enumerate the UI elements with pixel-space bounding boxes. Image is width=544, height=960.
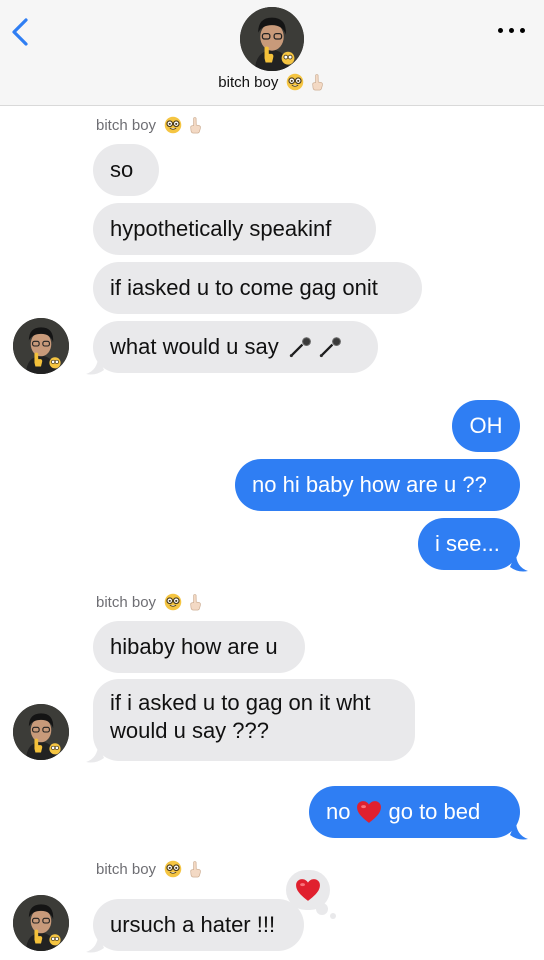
message-bubble-incoming[interactable]: so (93, 144, 159, 196)
contact-name-row[interactable]: bitch boy (0, 74, 544, 91)
nerd-face-emoji (164, 116, 182, 134)
message-bubble-outgoing[interactable]: no go to bed (309, 786, 520, 838)
sender-photo (13, 318, 69, 374)
more-dot (498, 28, 503, 33)
message-bubble-incoming[interactable]: ursuch a hater !!! (93, 899, 304, 951)
microphone-emoji (317, 334, 343, 360)
sender-label: bitch boy (96, 117, 204, 134)
message-text: if iasked u to come gag onit (110, 275, 378, 300)
message-bubble-incoming[interactable]: hypothetically speakinf (93, 203, 376, 255)
contact-avatar[interactable] (240, 7, 304, 71)
chevron-left-icon (12, 18, 28, 46)
more-options-button[interactable] (498, 20, 526, 40)
message-text: ursuch a hater !!! (110, 912, 276, 937)
sender-avatar[interactable] (13, 318, 69, 374)
more-dot (520, 28, 525, 33)
bubble-tail-outgoing (510, 821, 528, 840)
index-pointing-up-emoji (308, 73, 326, 91)
message-text: hibaby how are u (110, 634, 278, 659)
conversation-header: bitch boy (0, 0, 544, 106)
sender-photo (13, 895, 69, 951)
tapback-tail (316, 903, 328, 915)
message-text: no hi baby how are u ?? (252, 472, 487, 497)
sender-avatar[interactable] (13, 895, 69, 951)
contact-name: bitch boy (218, 74, 279, 91)
contact-photo (240, 7, 304, 71)
message-text: if i asked u to gag on it wht would u sa… (110, 690, 371, 743)
sender-label: bitch boy (96, 594, 204, 611)
bubble-tail-incoming (86, 934, 104, 953)
message-text: hypothetically speakinf (110, 216, 332, 241)
message-text: what would u say (110, 334, 279, 359)
message-text: so (110, 157, 134, 182)
sender-avatar[interactable] (13, 704, 69, 760)
sender-name: bitch boy (96, 117, 157, 134)
message-bubble-incoming[interactable]: hibaby how are u (93, 621, 305, 673)
microphone-emoji (287, 334, 313, 360)
sender-photo (13, 704, 69, 760)
message-text: no (326, 799, 351, 824)
sender-name: bitch boy (96, 861, 157, 878)
message-bubble-incoming[interactable]: if i asked u to gag on it wht would u sa… (93, 679, 415, 761)
bubble-tail-incoming (86, 356, 104, 375)
sender-name: bitch boy (96, 594, 157, 611)
message-text: i see... (435, 531, 500, 556)
message-bubble-outgoing[interactable]: no hi baby how are u ?? (235, 459, 520, 511)
bubble-tail-incoming (86, 744, 104, 763)
bubble-tail-outgoing (510, 553, 528, 572)
nerd-face-emoji (164, 860, 182, 878)
tapback-tail (330, 913, 336, 919)
message-text: go to bed (388, 799, 481, 824)
index-pointing-up-emoji (186, 860, 204, 878)
nerd-face-emoji (286, 73, 304, 91)
message-bubble-outgoing[interactable]: OH (452, 400, 520, 452)
red-heart-emoji (295, 878, 321, 902)
index-pointing-up-emoji (186, 593, 204, 611)
more-dot (509, 28, 514, 33)
sender-label: bitch boy (96, 861, 204, 878)
index-pointing-up-emoji (186, 116, 204, 134)
message-text: OH (469, 413, 503, 438)
message-bubble-incoming[interactable]: what would u say (93, 321, 378, 373)
nerd-face-emoji (164, 593, 182, 611)
message-bubble-outgoing[interactable]: i see... (418, 518, 520, 570)
red-heart-emoji (356, 800, 382, 824)
back-button[interactable] (8, 14, 34, 50)
message-bubble-incoming[interactable]: if iasked u to come gag onit (93, 262, 422, 314)
